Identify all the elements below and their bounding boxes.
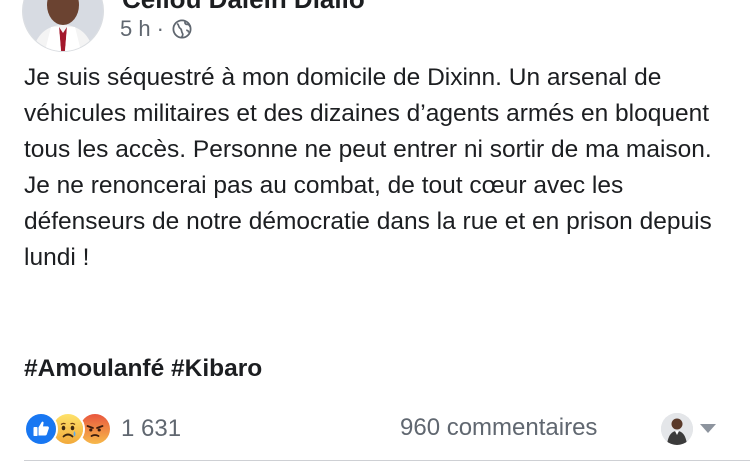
post-stats: 1 631 960 commentaires xyxy=(0,410,750,450)
commenter-avatar[interactable] xyxy=(661,413,693,445)
author-name[interactable]: Cellou Dalein Diallo xyxy=(122,0,365,15)
divider xyxy=(24,460,750,461)
post-text: Je suis séquestré à mon domicile de Dixi… xyxy=(24,60,739,276)
reactions-summary[interactable]: 1 631 xyxy=(24,412,181,446)
post-timestamp[interactable]: 5 h xyxy=(120,16,151,42)
meta-separator: · xyxy=(156,16,164,41)
reaction-count: 1 631 xyxy=(121,415,182,442)
hashtag-list: #Amoulanfé #Kibaro xyxy=(24,351,262,387)
hashtag-link[interactable]: #Amoulanfé xyxy=(24,355,164,382)
like-icon xyxy=(24,412,58,446)
post-paragraph: Je suis séquestré à mon domicile de Dixi… xyxy=(24,64,712,163)
post-meta: 5 h · xyxy=(120,16,192,42)
globe-icon[interactable] xyxy=(172,19,192,39)
post-paragraph: Je ne renoncerai pas au combat, de tout … xyxy=(24,172,712,271)
chevron-down-icon[interactable] xyxy=(700,424,716,433)
facebook-post: Cellou Dalein Diallo 5 h · Je suis séque… xyxy=(0,0,750,470)
hashtag-link[interactable]: #Kibaro xyxy=(171,355,262,382)
author-avatar[interactable] xyxy=(22,0,104,52)
comments-count-link[interactable]: 960 commentaires xyxy=(400,414,597,442)
